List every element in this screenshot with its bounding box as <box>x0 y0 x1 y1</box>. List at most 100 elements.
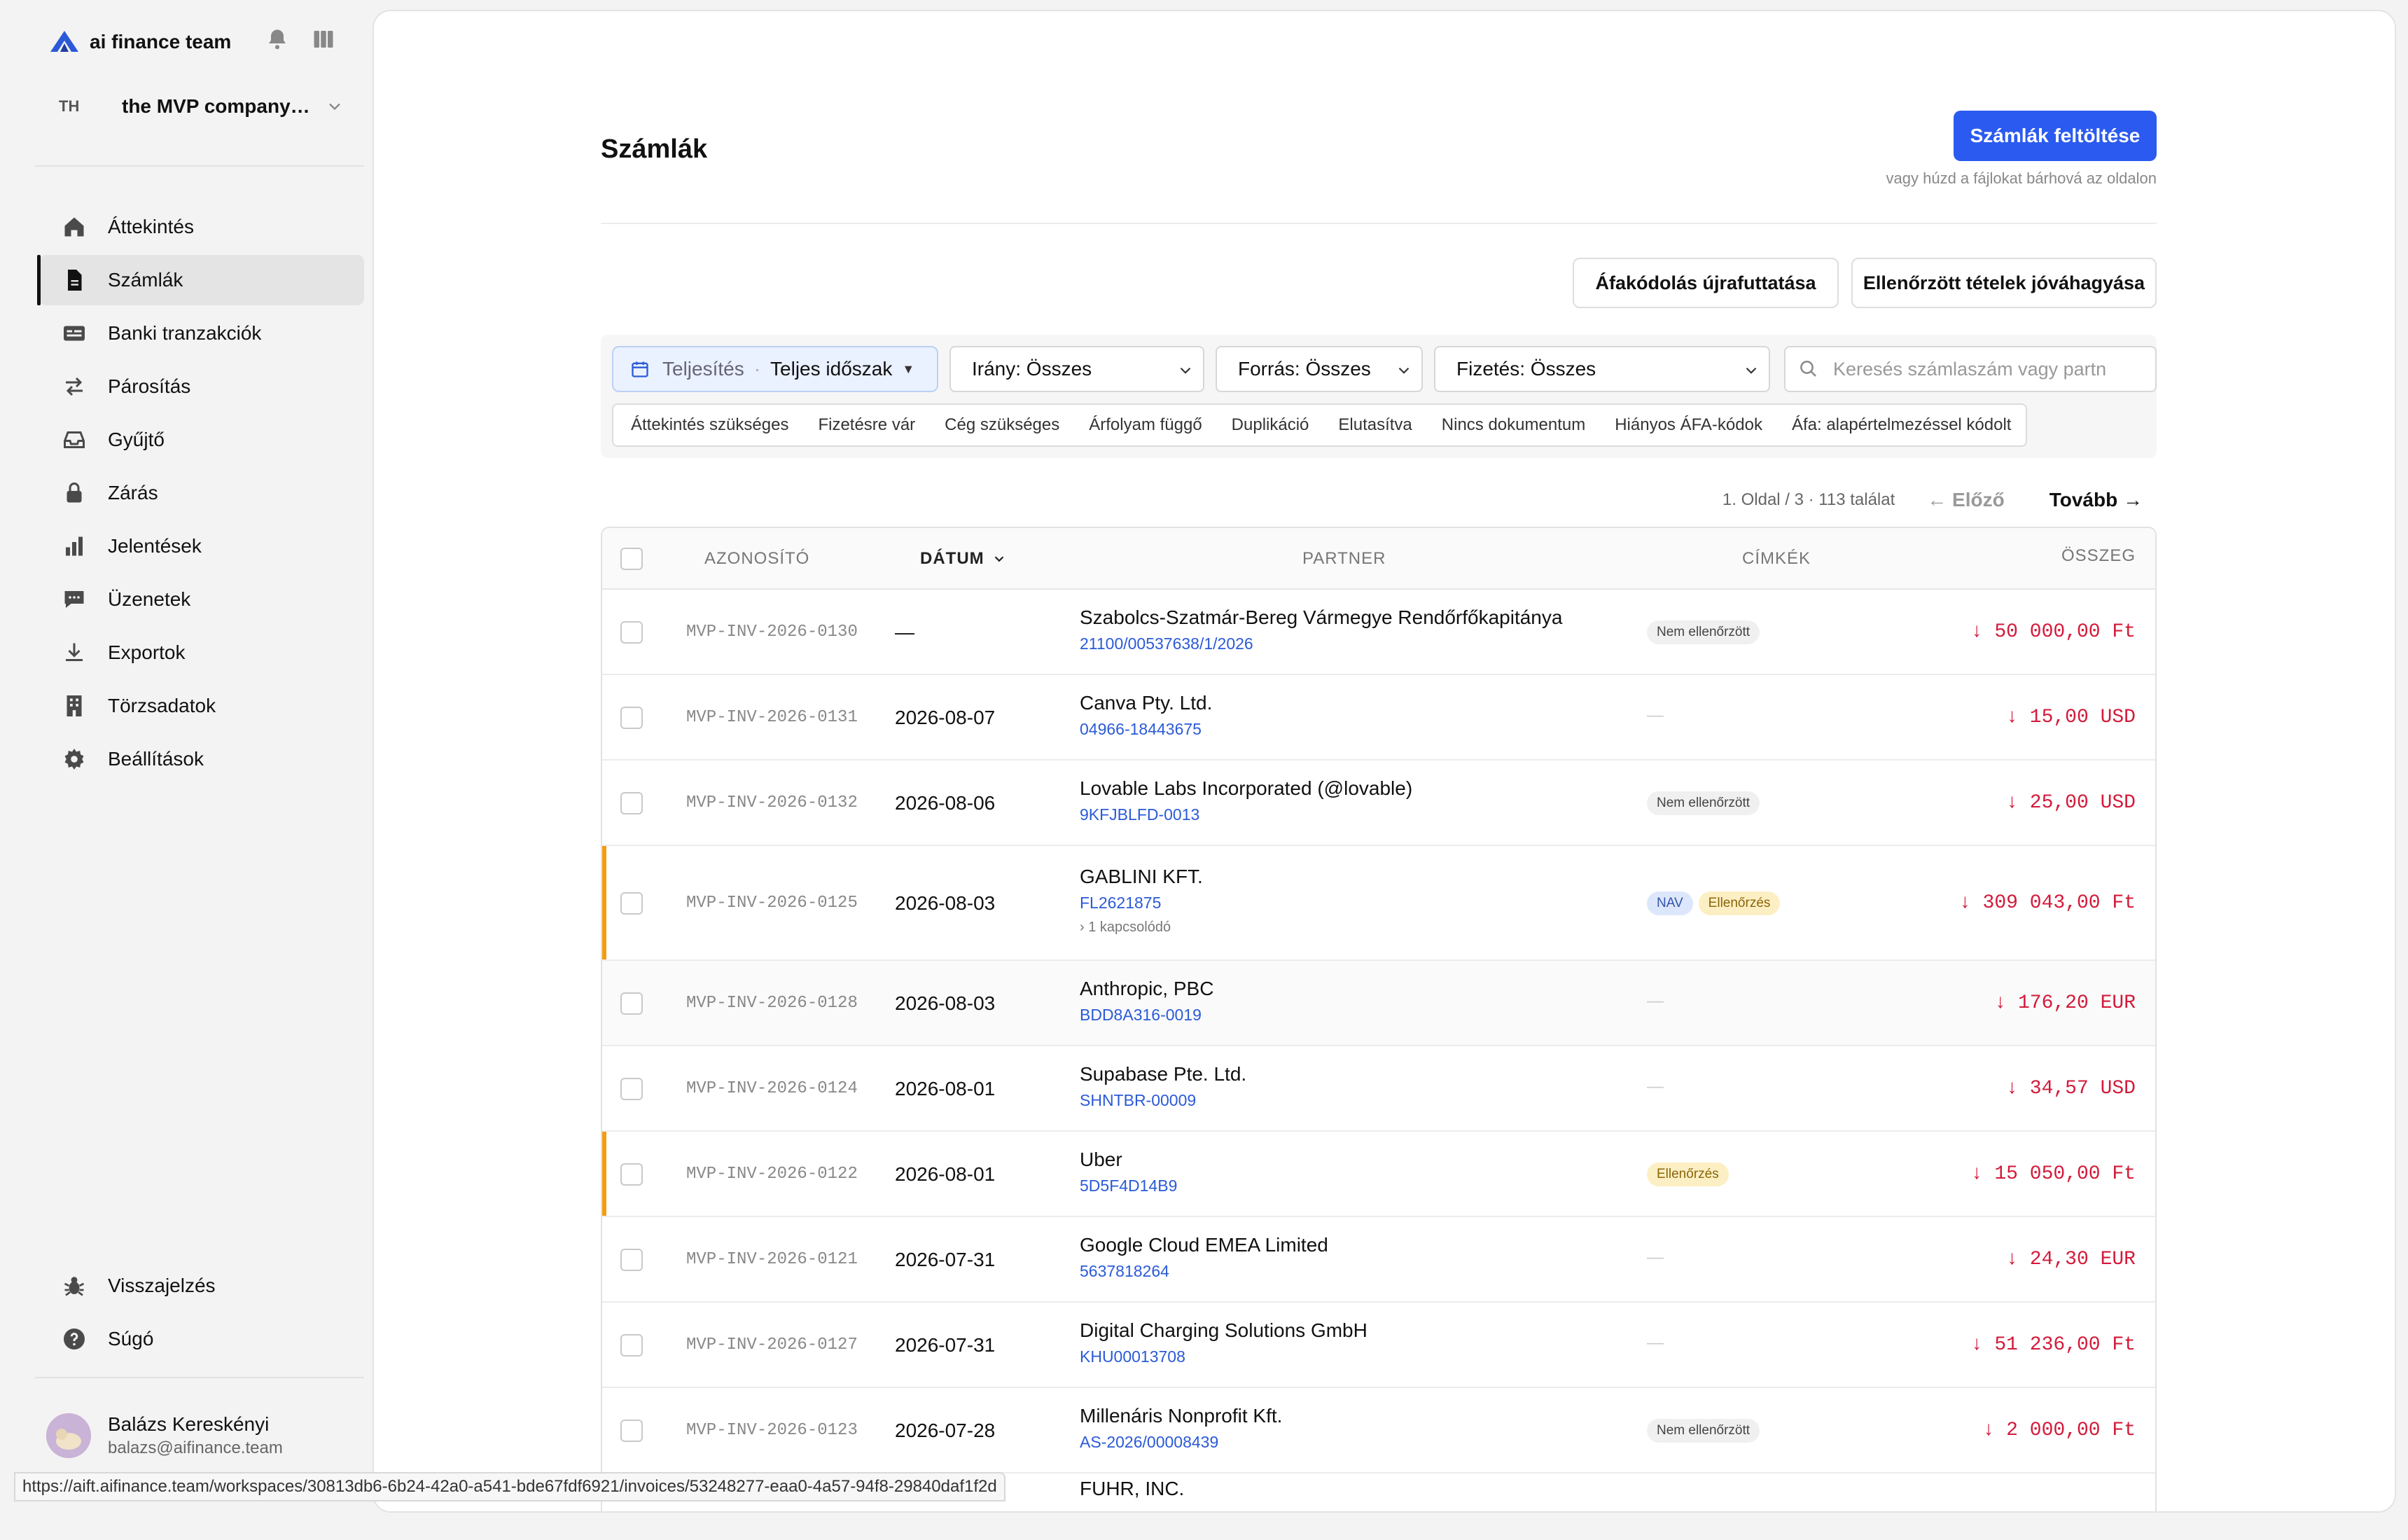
invoice-date: 2026-08-06 <box>895 792 996 814</box>
sidebar-item-jelentesek[interactable]: Jelentések <box>39 521 364 571</box>
chip-fx-pending[interactable]: Árfolyam függő <box>1074 415 1216 435</box>
sidebar-item-label: Visszajelzés <box>108 1275 216 1296</box>
invoice-number-link[interactable]: BDD8A316-0019 <box>1080 1006 1213 1025</box>
payment-select[interactable]: Fizetés: Összes <box>1434 346 1770 392</box>
row-checkbox[interactable] <box>620 1334 643 1357</box>
rerun-vat-coding-button[interactable]: Áfakódolás újrafuttatása <box>1573 258 1839 308</box>
partner-name: FUHR, INC. <box>1080 1478 1185 1499</box>
brand[interactable]: ai finance team <box>48 25 231 59</box>
partner-cell: GABLINI KFT. FL2621875 › 1 kapcsolódó <box>1080 866 1203 936</box>
invoice-id: MVP-INV-2026-0127 <box>686 1336 858 1354</box>
invoice-number-link[interactable]: KHU00013708 <box>1080 1347 1367 1366</box>
user-email: balazs@aifinance.team <box>108 1438 283 1457</box>
table-row[interactable]: MVP-INV-2026-0122 2026-08-01 Uber 5D5F4D1… <box>602 1132 2155 1217</box>
sidebar-item-visszajelzes[interactable]: Visszajelzés <box>39 1261 364 1311</box>
chip-no-document[interactable]: Nincs dokumentum <box>1427 415 1600 435</box>
sidebar-item-torzsadatok[interactable]: Törzsadatok <box>39 681 364 731</box>
user-profile[interactable]: Balázs Kereskényi balazs@aifinance.team <box>46 1413 283 1458</box>
chip-duplicate[interactable]: Duplikáció <box>1217 415 1324 435</box>
invoice-amount: ↓ 25,00 USD <box>2006 792 2136 814</box>
row-checkbox[interactable] <box>620 1163 643 1186</box>
row-checkbox[interactable] <box>620 792 643 814</box>
next-page-button[interactable]: Tovább → <box>2049 489 2143 511</box>
sidebar-item-beallitasok[interactable]: Beállítások <box>39 734 364 784</box>
sidebar-item-szamlak[interactable]: Számlák <box>37 255 364 305</box>
chip-review-needed[interactable]: Áttekintés szükséges <box>616 415 803 435</box>
table-row[interactable]: MVP-INV-2026-0127 2026-07-31 Digital Char… <box>602 1303 2155 1388</box>
sort-desc-icon <box>994 556 1003 562</box>
table-row[interactable]: MVP-INV-2026-0132 2026-08-06 Lovable Labs… <box>602 761 2155 846</box>
row-checkbox[interactable] <box>620 1420 643 1442</box>
table-row[interactable]: MVP-INV-2026-0131 2026-08-07 Canva Pty. L… <box>602 675 2155 761</box>
invoice-number-link[interactable]: FL2621875 <box>1080 894 1203 913</box>
brand-name: ai finance team <box>90 31 232 53</box>
sidebar-item-label: Párosítás <box>108 375 191 397</box>
table-row[interactable]: MVP-INV-2026-0130 — Szabolcs-Szatmár-Bere… <box>602 590 2155 675</box>
sidebar-item-banki-tranzakciok[interactable]: Banki tranzakciók <box>39 308 364 359</box>
chip-vat-default-coded[interactable]: Áfa: alapértelmezéssel kódolt <box>1777 415 2026 435</box>
table-row[interactable]: MVP-INV-2026-0125 2026-08-03 GABLINI KFT.… <box>602 846 2155 961</box>
chip-company-needed[interactable]: Cég szükséges <box>930 415 1074 435</box>
row-checkbox[interactable] <box>620 992 643 1015</box>
bell-icon[interactable] <box>265 27 290 52</box>
pagination: 1. Oldal / 3 · 113 találat ← Előző Továb… <box>1723 485 2157 515</box>
invoice-amount: ↓ 2 000,00 Ft <box>1982 1420 2136 1441</box>
partner-name: Supabase Pte. Ltd. <box>1080 1063 1247 1085</box>
approve-verified-button[interactable]: Ellenőrzött tételek jóváhagyása <box>1851 258 2157 308</box>
table-row[interactable]: MVP-INV-2026-0124 2026-08-01 Supabase Pte… <box>602 1046 2155 1132</box>
invoice-amount: ↓ 51 236,00 Ft <box>1970 1334 2136 1356</box>
invoice-number-link[interactable]: SHNTBR-00009 <box>1080 1091 1246 1110</box>
column-header-date[interactable]: DÁTUM <box>920 528 1007 590</box>
tag-review: Ellenőrzés <box>1698 892 1781 915</box>
column-header-partner: PARTNER <box>1302 549 1386 568</box>
columns-layout-icon[interactable] <box>311 27 336 52</box>
sidebar-item-gyujto[interactable]: Gyűjtő <box>39 415 364 465</box>
chip-rejected[interactable]: Elutasítva <box>1323 415 1426 435</box>
sidebar-item-label: Jelentések <box>108 535 202 557</box>
sidebar-item-parositas[interactable]: Párosítás <box>39 361 364 412</box>
upload-invoices-button[interactable]: Számlák feltöltése <box>1954 111 2157 161</box>
partner-name: Uber <box>1080 1149 1122 1170</box>
logo-icon <box>50 31 78 52</box>
sidebar-item-zaras[interactable]: Zárás <box>39 468 364 518</box>
row-checkbox[interactable] <box>620 1078 643 1100</box>
partner-cell: FUHR, INC. <box>1080 1478 1184 1500</box>
prev-page-button[interactable]: ← Előző <box>1927 489 2004 511</box>
search-input[interactable] <box>1833 358 2141 380</box>
pagination-info: 1. Oldal / 3 · 113 találat <box>1722 490 1895 509</box>
invoice-date: 2026-08-07 <box>895 707 996 728</box>
chip-missing-vat-codes[interactable]: Hiányos ÁFA-kódok <box>1600 415 1777 435</box>
row-checkbox[interactable] <box>620 892 643 915</box>
select-all-checkbox[interactable] <box>620 548 643 570</box>
table-row[interactable]: MVP-INV-2026-0123 2026-07-28 Millenáris N… <box>602 1388 2155 1473</box>
row-checkbox[interactable] <box>620 707 643 729</box>
chip-awaiting-payment[interactable]: Fizetésre vár <box>803 415 930 435</box>
row-checkbox[interactable] <box>620 1249 643 1271</box>
sidebar-item-sugo[interactable]: Súgó <box>39 1314 364 1364</box>
invoice-number-link[interactable]: 9KFJBLFD-0013 <box>1080 805 1412 824</box>
no-tags-dash: — <box>1647 706 1664 725</box>
source-select-value: Forrás: Összes <box>1238 358 1371 380</box>
invoice-number-link[interactable]: AS-2026/00008439 <box>1080 1433 1282 1452</box>
period-filter[interactable]: Teljesítés · Teljes időszak ▼ <box>612 346 938 392</box>
row-checkbox[interactable] <box>620 621 643 644</box>
sidebar-item-attekintes[interactable]: Áttekintés <box>39 202 364 252</box>
sidebar-item-uzenetek[interactable]: Üzenetek <box>39 574 364 625</box>
invoice-number-link[interactable]: 5637818264 <box>1080 1262 1328 1281</box>
invoice-id: MVP-INV-2026-0130 <box>686 623 858 641</box>
direction-select[interactable]: Irány: Összes <box>949 346 1204 392</box>
source-select[interactable]: Forrás: Összes <box>1216 346 1423 392</box>
column-header-amount[interactable]: ÖSSZEG <box>2061 528 2136 587</box>
sidebar-item-exportok[interactable]: Exportok <box>39 627 364 678</box>
invoice-number-link[interactable]: 04966-18443675 <box>1080 720 1212 739</box>
workspace-switcher[interactable]: TH the MVP company… <box>45 90 353 123</box>
table-row[interactable]: MVP-INV-2026-0128 2026-08-03 Anthropic, P… <box>602 961 2155 1046</box>
sidebar-item-label: Törzsadatok <box>108 695 216 716</box>
column-header-id[interactable]: AZONOSÍTÓ <box>704 528 809 590</box>
invoice-number-link[interactable]: 5D5F4D14B9 <box>1080 1177 1177 1195</box>
invoice-id: MVP-INV-2026-0121 <box>686 1250 858 1269</box>
invoice-number-link[interactable]: 21100/00537638/1/2026 <box>1080 634 1562 653</box>
table-row[interactable]: MVP-INV-2026-0121 2026-07-31 Google Cloud… <box>602 1217 2155 1303</box>
related-toggle[interactable]: › 1 kapcsolódó <box>1080 920 1203 936</box>
partner-cell: Szabolcs-Szatmár-Bereg Vármegye Rendőrfő… <box>1080 606 1562 653</box>
